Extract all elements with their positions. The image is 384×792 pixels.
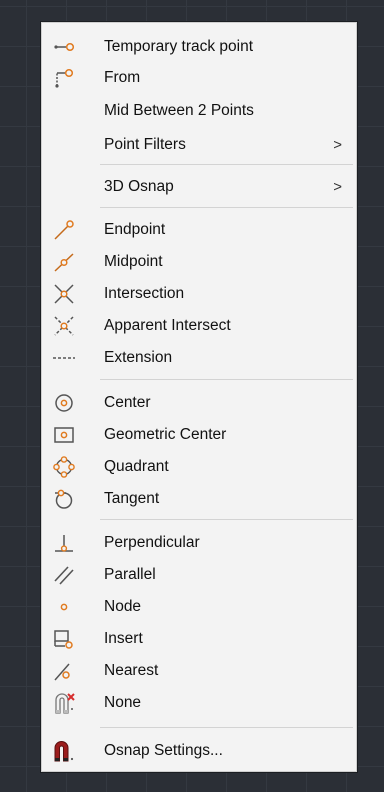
menu-item-nearest[interactable]: Nearest xyxy=(42,656,356,686)
menu-item-geometric-center[interactable]: Geometric Center xyxy=(42,420,356,450)
insert-icon xyxy=(52,627,76,651)
menu-item-tangent[interactable]: Tangent xyxy=(42,484,356,514)
menu-item-label: From xyxy=(104,69,141,86)
menu-item-none[interactable]: None xyxy=(42,688,356,718)
menu-item-label: Nearest xyxy=(104,662,159,679)
intersection-icon xyxy=(52,282,76,306)
quadrant-icon xyxy=(52,455,76,479)
menu-item-label: Perpendicular xyxy=(104,534,200,551)
menu-item-label: Apparent Intersect xyxy=(104,317,231,334)
menu-item-endpoint[interactable]: Endpoint xyxy=(42,215,356,245)
menu-separator xyxy=(100,207,353,208)
menu-item-intersection[interactable]: Intersection xyxy=(42,279,356,309)
menu-item-label: Extension xyxy=(104,349,173,366)
apparent-intersect-icon xyxy=(52,314,76,338)
endpoint-icon xyxy=(52,218,76,242)
menu-item-apparent-intersect[interactable]: Apparent Intersect xyxy=(42,311,356,341)
temporary-track-point-icon xyxy=(52,35,76,59)
menu-item-parallel[interactable]: Parallel xyxy=(42,560,356,590)
submenu-arrow-icon: > xyxy=(333,178,342,196)
menu-item-label: Tangent xyxy=(104,490,160,507)
perpendicular-icon xyxy=(52,531,76,555)
menu-item-label: None xyxy=(104,694,142,711)
nearest-icon xyxy=(52,659,76,683)
none-magnet-x-icon xyxy=(52,691,76,715)
node-icon xyxy=(52,595,76,619)
midpoint-icon xyxy=(52,250,76,274)
menu-item-label: 3D Osnap xyxy=(104,178,174,195)
parallel-icon xyxy=(52,563,76,587)
menu-item-point-filters[interactable]: Point Filters > xyxy=(42,130,356,160)
menu-item-label: Osnap Settings... xyxy=(104,742,223,759)
menu-separator xyxy=(100,519,353,520)
menu-separator xyxy=(100,164,353,165)
menu-item-label: Endpoint xyxy=(104,221,166,238)
menu-item-label: Insert xyxy=(104,630,143,647)
menu-item-label: Parallel xyxy=(104,566,156,583)
menu-item-label: Intersection xyxy=(104,285,185,302)
menu-item-label: Quadrant xyxy=(104,458,169,475)
menu-separator xyxy=(100,727,353,728)
menu-item-label: Center xyxy=(104,394,151,411)
tangent-icon xyxy=(52,487,76,511)
menu-item-insert[interactable]: Insert xyxy=(42,624,356,654)
menu-item-osnap-settings[interactable]: Osnap Settings... xyxy=(42,736,356,766)
menu-item-label: Node xyxy=(104,598,142,615)
menu-item-label: Midpoint xyxy=(104,253,163,270)
menu-item-temporary-track-point[interactable]: Temporary track point xyxy=(42,32,356,62)
menu-item-label: Mid Between 2 Points xyxy=(104,102,254,119)
menu-item-3d-osnap[interactable]: 3D Osnap > xyxy=(42,172,356,202)
menu-item-label: Temporary track point xyxy=(104,38,254,55)
menu-item-mid-between-2-points[interactable]: Mid Between 2 Points xyxy=(42,96,356,126)
menu-item-perpendicular[interactable]: Perpendicular xyxy=(42,528,356,558)
menu-item-label: Point Filters xyxy=(104,136,186,153)
menu-item-extension[interactable]: Extension xyxy=(42,343,356,373)
menu-item-from[interactable]: From xyxy=(42,63,356,93)
menu-item-midpoint[interactable]: Midpoint xyxy=(42,247,356,277)
osnap-settings-magnet-icon xyxy=(52,739,76,763)
from-icon xyxy=(52,66,76,90)
menu-item-quadrant[interactable]: Quadrant xyxy=(42,452,356,482)
menu-item-label: Geometric Center xyxy=(104,426,227,443)
geometric-center-icon xyxy=(52,423,76,447)
osnap-context-menu: Temporary track point From Mid Between 2… xyxy=(41,22,357,772)
menu-item-center[interactable]: Center xyxy=(42,388,356,418)
submenu-arrow-icon: > xyxy=(333,136,342,154)
menu-item-node[interactable]: Node xyxy=(42,592,356,622)
extension-icon xyxy=(52,346,76,370)
center-icon xyxy=(52,391,76,415)
menu-separator xyxy=(100,379,353,380)
